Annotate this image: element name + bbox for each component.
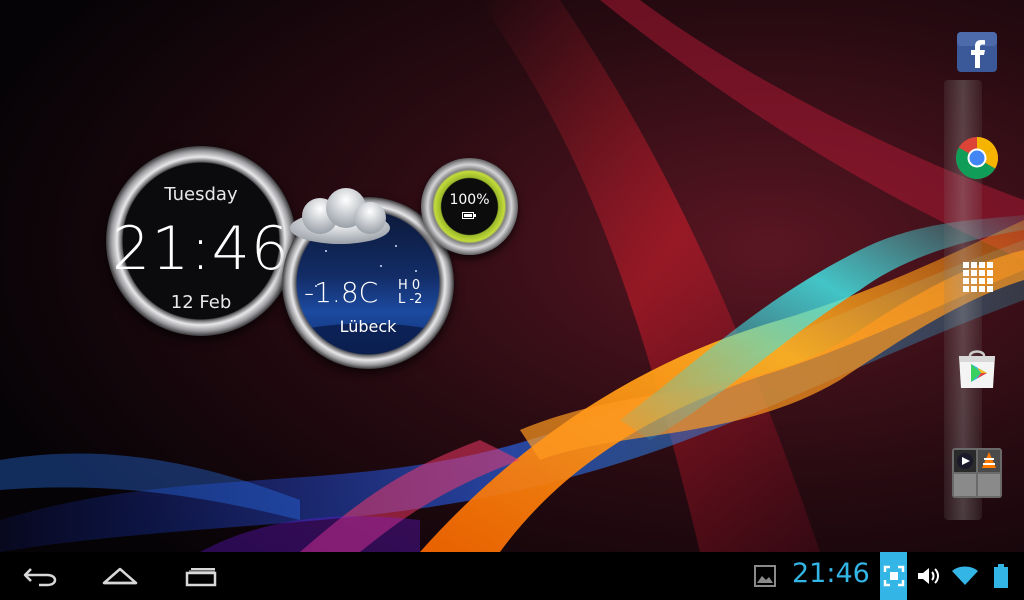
chrome-icon[interactable]	[953, 134, 1001, 182]
folder-icon[interactable]	[950, 446, 1004, 500]
facebook-icon[interactable]	[953, 28, 1001, 76]
recent-apps-button[interactable]	[176, 552, 224, 600]
weather-temperature: -1.8C	[304, 276, 379, 309]
screenshot-icon	[883, 565, 904, 587]
back-icon	[23, 568, 57, 587]
clock-time: 21:46	[112, 214, 290, 284]
volume-icon	[918, 568, 939, 584]
home-button[interactable]	[96, 552, 144, 600]
home-icon	[102, 567, 138, 585]
wifi-status[interactable]	[950, 552, 980, 600]
cloud-icon	[290, 188, 390, 244]
weather-high-low: H 0 L -2	[398, 279, 422, 307]
screenshot-button[interactable]	[880, 552, 907, 600]
back-button[interactable]	[16, 552, 64, 600]
weather-city: Lübeck	[339, 317, 397, 336]
navigation-bar	[0, 552, 1024, 600]
battery-mini-icon	[462, 212, 476, 219]
recent-apps-icon	[185, 568, 217, 587]
battery-status[interactable]	[990, 552, 1012, 600]
status-time[interactable]: 21:46	[792, 558, 870, 589]
play-store-icon[interactable]	[953, 344, 1001, 392]
weather-low: L -2	[398, 292, 423, 307]
gallery-icon	[754, 565, 776, 587]
battery-icon	[994, 564, 1008, 588]
clock-day: Tuesday	[164, 184, 238, 205]
gallery-notification[interactable]	[752, 552, 778, 600]
volume-button[interactable]	[915, 552, 943, 600]
wifi-icon	[952, 566, 978, 585]
app-drawer-icon[interactable]	[953, 252, 1001, 300]
battery-percent: 100%	[449, 192, 490, 208]
clock-date: 12 Feb	[170, 292, 232, 313]
weather-high: H 0	[398, 278, 421, 293]
